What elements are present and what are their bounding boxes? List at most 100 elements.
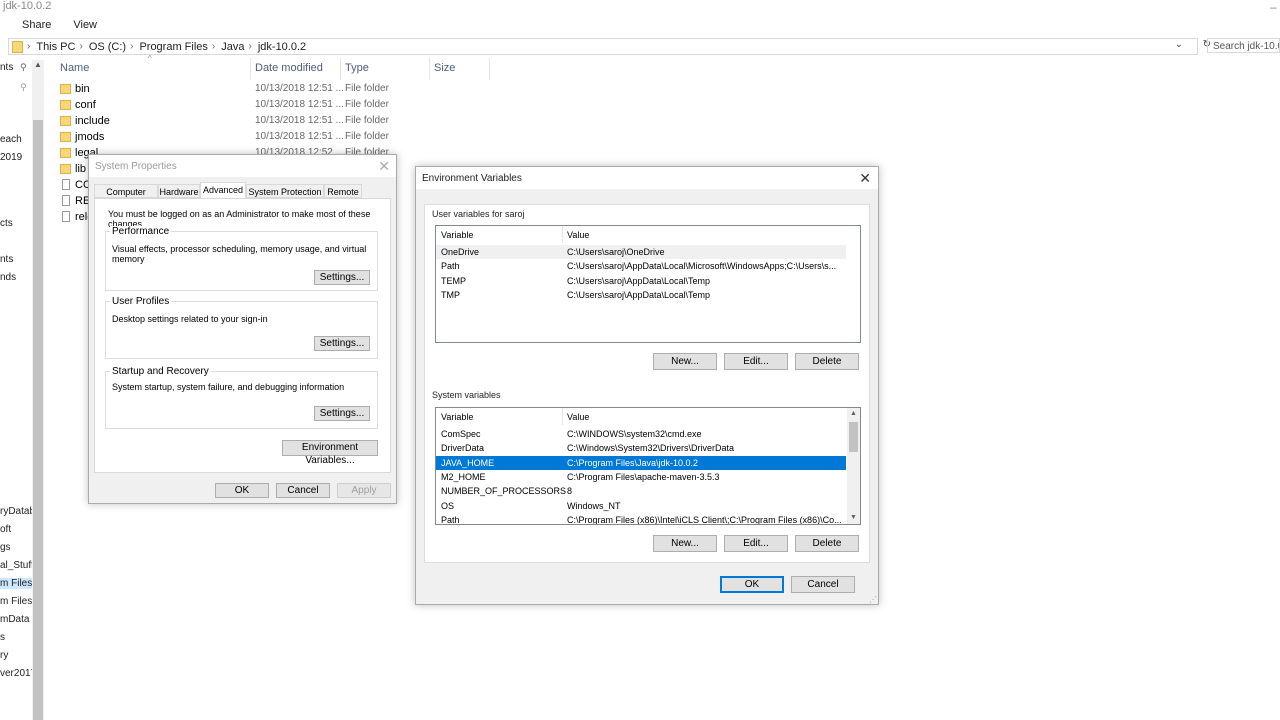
user-new-button[interactable]: New... [653, 353, 717, 370]
breadcrumb-program-files[interactable]: Program Files [139, 41, 207, 53]
minimize-button[interactable]: – [1270, 0, 1280, 14]
column-divider[interactable] [429, 58, 430, 80]
nav-item[interactable]: m Files [0, 578, 32, 589]
nav-item[interactable]: nds [0, 272, 16, 283]
tab-remote[interactable]: Remote [324, 184, 362, 198]
startup-recovery-label: Startup and Recovery [110, 366, 211, 377]
tab-advanced[interactable]: Advanced [200, 182, 246, 198]
scroll-down-icon[interactable]: ▼ [847, 512, 860, 524]
breadcrumb-os-c[interactable]: OS (C:) [89, 41, 126, 53]
column-header-type[interactable]: Type [345, 62, 369, 74]
file-row[interactable]: jmods 10/13/2018 12:51 ... File folder [60, 130, 460, 146]
variable-row[interactable]: OS Windows_NT [436, 499, 846, 513]
nav-item[interactable]: s [0, 632, 5, 643]
ok-button[interactable]: OK [215, 483, 269, 498]
variable-name: Path [441, 261, 460, 272]
address-dropdown-icon[interactable]: ⌄ [1175, 39, 1183, 50]
column-divider[interactable] [489, 58, 490, 80]
variable-value: C:\Windows\System32\Drivers\DriverData [567, 443, 735, 454]
system-edit-button[interactable]: Edit... [724, 535, 788, 552]
environment-variables-titlebar[interactable]: Environment Variables ✕ [416, 167, 878, 189]
user-edit-button[interactable]: Edit... [724, 353, 788, 370]
scroll-up-icon[interactable]: ▲ [34, 60, 42, 69]
breadcrumb-java[interactable]: Java [221, 41, 244, 53]
ribbon-tab-share[interactable]: Share [22, 19, 51, 31]
system-new-button[interactable]: New... [653, 535, 717, 552]
breadcrumb-jdk[interactable]: jdk-10.0.2 [258, 41, 306, 53]
sort-indicator-icon: ^ [148, 54, 152, 63]
scrollbar-thumb[interactable] [33, 120, 43, 720]
column-header-date[interactable]: Date modified [255, 62, 323, 74]
column-header-value[interactable]: Value [567, 230, 589, 240]
performance-settings-button[interactable]: Settings... [314, 270, 370, 285]
cancel-button[interactable]: Cancel [791, 576, 855, 593]
column-divider[interactable] [562, 226, 563, 243]
address-bar[interactable]: › This PC › OS (C:) › Program Files › Ja… [8, 38, 1211, 55]
breadcrumb-this-pc[interactable]: This PC [36, 41, 75, 53]
system-properties-titlebar[interactable]: System Properties ✕ [89, 155, 396, 177]
startup-recovery-settings-button[interactable]: Settings... [314, 406, 370, 421]
variable-row[interactable]: NUMBER_OF_PROCESSORS 8 [436, 484, 846, 498]
column-header-variable[interactable]: Variable [441, 230, 473, 240]
user-variables-list[interactable]: Variable Value OneDrive C:\Users\saroj\On… [435, 225, 861, 343]
nav-item[interactable]: nts [0, 62, 13, 73]
variable-name: JAVA_HOME [441, 457, 495, 468]
system-variables-scrollbar[interactable]: ▲ ▼ [847, 408, 860, 524]
nav-item[interactable]: oft [0, 524, 11, 535]
variable-row[interactable]: OneDrive C:\Users\saroj\OneDrive [436, 245, 846, 259]
column-header-name[interactable]: Name [60, 62, 89, 74]
column-divider[interactable] [250, 58, 251, 80]
file-row[interactable]: conf 10/13/2018 12:51 ... File folder [60, 98, 460, 114]
file-row[interactable]: bin 10/13/2018 12:51 ... File folder [60, 82, 460, 98]
cancel-button[interactable]: Cancel [276, 483, 330, 498]
variable-row[interactable]: TMP C:\Users\saroj\AppData\Local\Temp [436, 288, 846, 302]
nav-item[interactable]: each [0, 134, 22, 145]
file-name: include [75, 115, 110, 127]
nav-item[interactable]: ryDatab [0, 506, 35, 517]
ribbon-tab-view[interactable]: View [73, 19, 97, 31]
pin-icon[interactable]: ⚲ [20, 62, 27, 73]
file-name: conf [75, 99, 96, 111]
column-header-size[interactable]: Size [434, 62, 455, 74]
system-properties-title: System Properties [95, 161, 177, 172]
system-delete-button[interactable]: Delete [795, 535, 859, 552]
system-variables-list[interactable]: Variable Value ComSpec C:\WINDOWS\system3… [435, 407, 861, 525]
apply-button[interactable]: Apply [337, 483, 391, 498]
nav-item[interactable]: al_Stuff [0, 560, 34, 571]
close-icon[interactable]: ✕ [859, 170, 871, 187]
search-input[interactable]: Search jdk-10.0.2 [1207, 38, 1280, 53]
variable-row[interactable]: DriverData C:\Windows\System32\Drivers\Dr… [436, 441, 846, 455]
tab-system-protection[interactable]: System Protection [246, 184, 324, 198]
column-header-value[interactable]: Value [567, 412, 589, 422]
variable-row[interactable]: JAVA_HOME C:\Program Files\Java\jdk-10.0.… [436, 455, 846, 470]
variable-row[interactable]: M2_HOME C:\Program Files\apache-maven-3.5… [436, 470, 846, 484]
nav-item[interactable]: ver2017 [0, 668, 36, 679]
variable-row[interactable]: ComSpec C:\WINDOWS\system32\cmd.exe [436, 427, 846, 441]
user-profiles-settings-button[interactable]: Settings... [314, 336, 370, 351]
variable-row[interactable]: Path C:\Users\saroj\AppData\Local\Microso… [436, 259, 846, 273]
resize-grip-icon[interactable]: ⋰ [869, 595, 877, 604]
pin-icon[interactable]: ⚲ [20, 82, 27, 93]
environment-variables-button[interactable]: Environment Variables... [282, 440, 378, 466]
ok-button[interactable]: OK [720, 576, 784, 593]
scrollbar-thumb[interactable] [849, 422, 858, 452]
user-delete-button[interactable]: Delete [795, 353, 859, 370]
tab-hardware[interactable]: Hardware [158, 184, 200, 198]
nav-item[interactable]: 2019 [0, 152, 22, 163]
nav-item[interactable]: cts [0, 218, 13, 229]
file-row[interactable]: include 10/13/2018 12:51 ... File folder [60, 114, 460, 130]
nav-item[interactable]: nts [0, 254, 13, 265]
tab-computer-name[interactable]: Computer Name [94, 184, 158, 211]
column-header-variable[interactable]: Variable [441, 412, 473, 422]
column-divider[interactable] [340, 58, 341, 80]
column-divider[interactable] [562, 408, 563, 425]
scroll-up-icon[interactable]: ▲ [847, 408, 860, 420]
close-icon[interactable]: ✕ [378, 158, 390, 175]
variable-row[interactable]: Path C:\Program Files (x86)\Intel\iCLS Cl… [436, 513, 846, 524]
variable-row[interactable]: TEMP C:\Users\saroj\AppData\Local\Temp [436, 274, 846, 288]
nav-item[interactable]: ry [0, 650, 8, 661]
nav-item[interactable]: gs [0, 542, 11, 553]
variable-name: M2_HOME [441, 471, 486, 482]
nav-item[interactable]: mData [0, 614, 29, 625]
navigation-scrollbar[interactable]: ▲ [32, 60, 44, 720]
